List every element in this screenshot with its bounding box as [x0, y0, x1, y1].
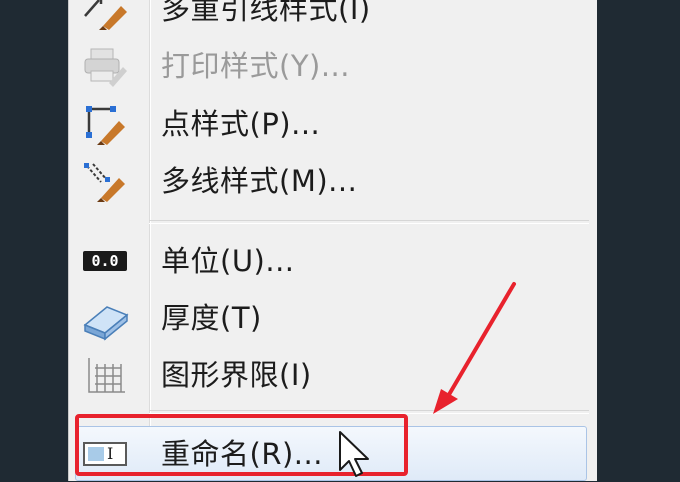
annotation-arrow-icon	[433, 282, 516, 414]
mouse-cursor-icon	[339, 431, 369, 477]
